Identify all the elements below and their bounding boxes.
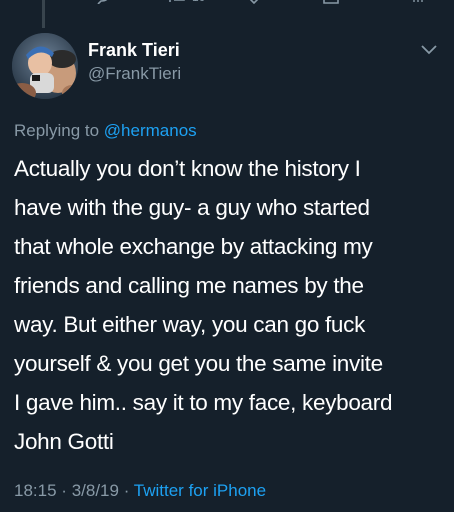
like-icon[interactable] [244, 0, 264, 4]
tweet-text-line: I gave him.. say it to my face, keyboard [14, 390, 393, 415]
avatar[interactable] [12, 33, 78, 99]
replying-to: Replying to @hermanos [14, 121, 197, 141]
retweet-count: 10 [192, 0, 205, 4]
author-name[interactable]: Frank Tieri [88, 40, 180, 61]
tweet-source-link[interactable]: Twitter for iPhone [134, 481, 266, 500]
meta-separator: · [123, 481, 130, 500]
tweet-time: 18:15 [14, 481, 57, 500]
tweet-text-line: yourself & you get you the same invite [14, 351, 383, 376]
tweet-text-line: have with the guy- a guy who started [14, 195, 370, 220]
meta-separator: · [61, 481, 67, 500]
tweet-detail-screen: 10 [0, 0, 454, 512]
more-icon[interactable] [411, 0, 425, 4]
retweet-icon[interactable] [166, 0, 188, 4]
tweet-text-line: friends and calling me names by the [14, 273, 364, 298]
replying-to-mention-link[interactable]: @hermanos [104, 121, 197, 140]
replying-to-label: Replying to [14, 121, 100, 140]
tweet-text: Actually you don’t know the history I ha… [14, 149, 444, 461]
tweet-meta: 18:15 · 3/8/19 · Twitter for iPhone [14, 481, 266, 501]
tweet-text-line: way. But either way, you can go fuck [14, 312, 366, 337]
previous-tweet-action-bar: 10 [0, 0, 454, 8]
tweet-text-line: that whole exchange by attacking my [14, 234, 373, 259]
reply-icon[interactable] [92, 0, 110, 4]
tweet-text-line: John Gotti [14, 429, 114, 454]
share-icon[interactable] [322, 0, 340, 4]
chevron-down-icon[interactable] [420, 42, 438, 56]
tweet-date: 3/8/19 [71, 481, 119, 500]
author-handle[interactable]: @FrankTieri [88, 64, 181, 84]
avatar-photo [12, 33, 78, 99]
tweet-text-line: Actually you don’t know the history I [14, 156, 361, 181]
